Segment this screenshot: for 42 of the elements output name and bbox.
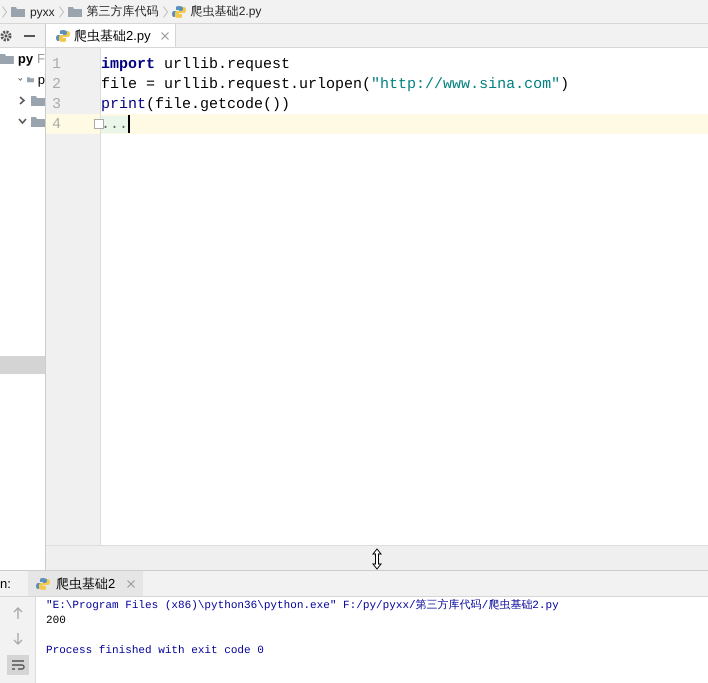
- folder-icon: [26, 74, 34, 85]
- chevron-right-icon[interactable]: [18, 96, 27, 105]
- folder-icon: [11, 6, 25, 17]
- breadcrumb-label: 爬虫基础2.py: [190, 3, 262, 20]
- line-number: 1: [52, 56, 62, 72]
- code-line: import urllib.request: [101, 54, 292, 74]
- tree-root-path: F: [37, 51, 45, 66]
- soft-wrap-icon[interactable]: [6, 655, 28, 675]
- console-line: Process finished with exit code 0: [46, 644, 265, 659]
- code-line: file = urllib.request.urlopen("http://www.sina.com"): [101, 74, 570, 94]
- tree-item-label[interactable]: p: [38, 72, 45, 87]
- line-number: 4: [52, 116, 62, 132]
- breadcrumb-item[interactable]: 第三方库代码: [68, 3, 159, 20]
- line-number: 3: [52, 96, 62, 112]
- breadcrumb-item[interactable]: pyxx: [11, 4, 55, 18]
- run-panel-label: n:: [0, 576, 12, 591]
- python-file-icon: [56, 28, 70, 42]
- console-line: 200: [46, 614, 67, 629]
- chevron-separator-icon: [162, 6, 168, 18]
- folder-icon: [31, 95, 45, 106]
- editor-tab[interactable]: 爬虫基础2.py: [46, 24, 176, 47]
- chevron-separator-icon: [2, 6, 7, 18]
- resize-cursor-icon: [372, 548, 382, 570]
- settings-icon[interactable]: [0, 30, 12, 42]
- run-tab[interactable]: 爬虫基础2: [28, 571, 144, 596]
- minimize-icon[interactable]: [24, 34, 35, 36]
- folder-icon: [31, 116, 45, 127]
- console-line: "E:\Program Files (x86)\python36\python.exe" F:/py/pyxx/第三方库代码/爬虫基础2.py: [46, 599, 559, 614]
- code-line: print(file.getcode()): [101, 94, 292, 114]
- breadcrumb-item[interactable]: 爬虫基础2.py: [172, 3, 262, 20]
- chevron-down-icon[interactable]: [18, 117, 27, 126]
- python-file-icon: [172, 4, 186, 18]
- python-file-icon: [36, 576, 50, 590]
- line-number: 2: [52, 76, 62, 92]
- breadcrumb-label: 第三方库代码: [86, 3, 159, 20]
- close-icon[interactable]: [160, 32, 169, 40]
- folder-icon: [0, 53, 14, 64]
- breadcrumb-label: pyxx: [30, 4, 55, 18]
- chevron-down-icon[interactable]: [18, 75, 23, 84]
- folder-icon: [68, 6, 82, 17]
- tree-root-label[interactable]: py: [18, 51, 34, 66]
- chevron-separator-icon: [58, 6, 64, 18]
